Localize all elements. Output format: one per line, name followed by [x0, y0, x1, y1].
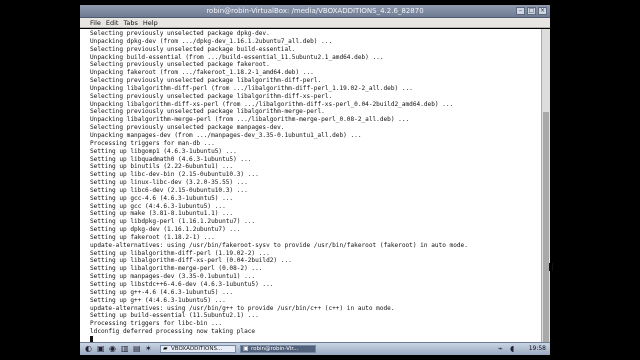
taskbar-button-terminal[interactable]: ▣ robin@robin-Vir... [240, 345, 316, 353]
text-cursor-icon [549, 263, 553, 271]
terminal-line: Unpacking fakeroot (from .../fakeroot_1.… [90, 69, 314, 77]
terminal-line: Processing triggers for libc-bin ... [90, 320, 223, 328]
terminal-line: Unpacking manpages-dev (from .../manpage… [90, 131, 362, 139]
window-title: robin@robin-VirtualBox: /media/VBOXADDIT… [206, 7, 424, 15]
minimize-button[interactable]: – [516, 7, 525, 15]
terminal-line: Selecting previously unselected package … [90, 45, 296, 53]
terminal-output[interactable]: Selecting previously unselected package … [80, 29, 550, 342]
terminal-line: Setting up dpkg-dev (1.16.1.2ubuntu7) ..… [90, 226, 241, 234]
terminal-line: Setting up make (3.81-8.1ubuntu1.1) ... [90, 210, 234, 218]
terminal-line: Selecting previously unselected package … [90, 108, 325, 116]
terminal-line: Processing triggers for man-db ... [90, 139, 215, 147]
guest-taskbar: ◐ ▣ ◉ ▥ ▤ ✶ ▰ VBOXADDITIONS... ▣ robin@r… [80, 342, 550, 355]
menu-file[interactable]: File [90, 18, 101, 27]
terminal-line: Setting up libstdc++6-4.6-dev (4.6.3-1ub… [90, 281, 274, 288]
terminal-line: Setting up g++-4.6 (4.6.3-1ubuntu5) ... [90, 288, 234, 296]
close-button[interactable]: × [538, 7, 547, 15]
terminal-line: Unpacking dpkg-dev (from .../dpkg-dev_1.… [90, 37, 333, 45]
terminal-line: Selecting previously unselected package … [90, 77, 322, 85]
terminal-line: Setting up libgomp1 (4.6.3-1ubuntu5) ... [90, 147, 237, 155]
terminal-line: Unpacking libalgorithm-diff-xs-perl (fro… [90, 100, 454, 108]
terminal-scrollbar[interactable] [541, 29, 550, 342]
window-controls: – □ × [516, 7, 547, 15]
scrollbar-thumb[interactable] [543, 112, 549, 342]
terminal-line: Setting up libc-dev-bin (2.15-0ubuntu10.… [90, 171, 259, 179]
terminal-line: Setting up libdpkg-perl (1.16.1.2ubuntu7… [90, 218, 256, 226]
terminal-line: Setting up libquadmath0 (4.6.3-1ubuntu5)… [90, 155, 252, 163]
maximize-button[interactable]: □ [527, 7, 536, 15]
file-manager-icon[interactable]: ▣ [97, 345, 105, 353]
terminal-line: Setting up fakeroot (1.18.2-1) ... [90, 233, 215, 241]
terminal-line: Setting up build-essential (11.5ubuntu2.… [90, 312, 259, 320]
start-menu-icon[interactable]: ◐ [85, 345, 93, 353]
terminal-line: Unpacking build-essential (from .../buil… [90, 53, 384, 61]
clock[interactable]: 19:58 [529, 345, 546, 353]
volume-icon[interactable]: ◖ [510, 345, 518, 353]
terminal-launcher-icon[interactable]: ▤ [133, 345, 141, 353]
terminal-line: update-alternatives: using /usr/bin/g++ … [90, 304, 395, 312]
terminal-line: Unpacking libalgorithm-diff-perl (from .… [90, 84, 413, 92]
menu-help[interactable]: Help [143, 18, 158, 27]
taskbar-button-folder[interactable]: ▰ VBOXADDITIONS... [160, 345, 236, 353]
terminal-line: Selecting previously unselected package … [90, 124, 285, 132]
terminal-line: update-alternatives: using /usr/bin/fake… [90, 241, 468, 249]
terminal-line: Selecting previously unselected package … [90, 92, 333, 100]
terminal-line: Selecting previously unselected package … [90, 61, 270, 69]
terminal-line: Setting up manpages-dev (3.35-0.1ubuntu1… [90, 273, 256, 281]
terminal-line: Selecting previously unselected package … [90, 30, 270, 37]
window-titlebar[interactable]: robin@robin-VirtualBox: /media/VBOXADDIT… [80, 5, 550, 18]
browser-icon[interactable]: ◉ [109, 345, 117, 353]
terminal-line: ldconfig deferred processing now taking … [90, 328, 256, 336]
terminal-line: Unpacking libalgorithm-merge-perl (from … [90, 116, 410, 124]
terminal-line: Setting up binutils (2.22-6ubuntu1) ... [90, 163, 234, 171]
menu-edit[interactable]: Edit [106, 18, 119, 27]
menu-bar: File Edit Tabs Help [80, 18, 550, 28]
taskbar-label: VBOXADDITIONS... [171, 346, 223, 352]
desktop-icon[interactable]: ▥ [121, 345, 129, 353]
menu-tabs[interactable]: Tabs [123, 18, 137, 27]
folder-icon: ▰ [163, 345, 168, 352]
taskbar-label: robin@robin-Vir... [251, 346, 299, 352]
terminal-icon: ▣ [243, 345, 249, 352]
terminal-line: Setting up g++ (4:4.6.3-1ubuntu5) ... [90, 296, 226, 304]
terminal-line: Setting up libalgorithm-diff-perl (1.19.… [90, 249, 270, 257]
terminal-line: Setting up libc6-dev (2.15-0ubuntu10.3) … [90, 186, 248, 194]
terminal-line: Setting up linux-libc-dev (3.2.0-35.55) … [90, 179, 248, 187]
terminal-lines: Selecting previously unselected package … [90, 30, 540, 342]
terminal-line: Setting up gcc (4:4.6.3-1ubuntu5) ... [90, 202, 226, 210]
terminal-line: Setting up libalgorithm-diff-xs-perl (0.… [90, 257, 292, 265]
terminal-line: Setting up gcc-4.6 (4.6.3-1ubuntu5) ... [90, 194, 234, 202]
terminal-line: Setting up libalgorithm-merge-perl (0.08… [90, 265, 263, 273]
settings-icon[interactable]: ✶ [145, 345, 153, 353]
virtual-desktop: robin@robin-VirtualBox: /media/VBOXADDIT… [80, 5, 553, 342]
network-icon[interactable]: ⌁ [498, 345, 506, 353]
